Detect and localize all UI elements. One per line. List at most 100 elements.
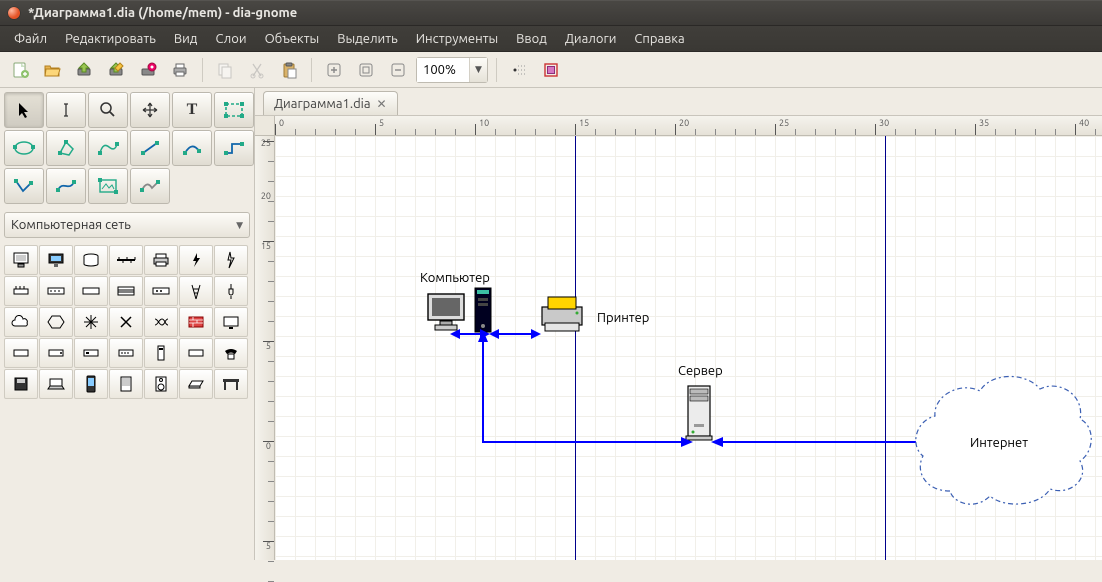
paste-button[interactable]: [275, 56, 303, 84]
shape-printer[interactable]: [537, 293, 587, 335]
stencil-desk[interactable]: [214, 369, 248, 399]
stencil-cloud[interactable]: [4, 307, 38, 337]
stencil-modem[interactable]: [144, 276, 178, 306]
vertical-ruler[interactable]: 25 20 15 5 0 5: [255, 136, 275, 560]
stencil-storage[interactable]: [74, 245, 108, 275]
stencil-router[interactable]: [74, 307, 108, 337]
zoom-combo[interactable]: ▼: [416, 57, 488, 83]
drawing-canvas[interactable]: Компьютер: [275, 136, 1102, 560]
tab-close-icon[interactable]: ✕: [377, 97, 387, 111]
menu-objects[interactable]: Объекты: [257, 29, 328, 49]
tool-scroll[interactable]: [130, 92, 170, 128]
tool-polyline[interactable]: [4, 168, 44, 204]
stencil-monitor[interactable]: [39, 245, 73, 275]
zoom-fit-button[interactable]: [352, 56, 380, 84]
stencil-hexagon[interactable]: [39, 307, 73, 337]
stencil-phone[interactable]: [214, 338, 248, 368]
ruler-h-label: 10: [479, 118, 489, 128]
stencil-lightning[interactable]: [214, 245, 248, 275]
stencil-speaker[interactable]: [144, 369, 178, 399]
save-button[interactable]: [70, 56, 98, 84]
tool-ellipse[interactable]: [4, 130, 44, 166]
copy-button[interactable]: [211, 56, 239, 84]
menu-file[interactable]: Файл: [6, 29, 55, 49]
label-internet[interactable]: Интернет: [970, 436, 1028, 450]
zoom-input[interactable]: [417, 58, 469, 82]
tool-pointer[interactable]: [4, 92, 44, 128]
window-close-button[interactable]: [8, 7, 20, 19]
tool-image[interactable]: [88, 168, 128, 204]
save-as-button[interactable]: [102, 56, 130, 84]
label-computer[interactable]: Компьютер: [420, 271, 490, 285]
stencil-patch[interactable]: [144, 307, 178, 337]
zoom-in-button[interactable]: [320, 56, 348, 84]
export-button[interactable]: [134, 56, 162, 84]
menu-help[interactable]: Справка: [626, 29, 692, 49]
connector-zigzag[interactable]: [475, 332, 695, 452]
tool-zigzag[interactable]: [214, 130, 254, 166]
tool-arc[interactable]: [172, 130, 212, 166]
print-button[interactable]: [166, 56, 194, 84]
stencil-pda[interactable]: [109, 369, 143, 399]
tool-text[interactable]: T: [172, 92, 212, 128]
new-file-button[interactable]: [6, 56, 34, 84]
stencil-flash[interactable]: [179, 245, 213, 275]
ruler-v-label: 5: [266, 541, 271, 551]
tool-bezier[interactable]: [46, 168, 86, 204]
stencil-computer[interactable]: [4, 245, 38, 275]
horizontal-ruler[interactable]: 0 5 10 15 20 25 30 35 40: [275, 116, 1102, 136]
tool-beziergon[interactable]: [88, 130, 128, 166]
zoom-out-button[interactable]: [384, 56, 412, 84]
stencil-printer[interactable]: [144, 245, 178, 275]
zoom-dropdown-button[interactable]: ▼: [469, 58, 487, 82]
menu-view[interactable]: Вид: [166, 29, 206, 49]
ruler-v-label: 15: [261, 241, 271, 251]
stencil-tower[interactable]: [144, 338, 178, 368]
stencil-ethernet[interactable]: [109, 245, 143, 275]
cut-button[interactable]: [243, 56, 271, 84]
menu-tools[interactable]: Инструменты: [408, 29, 506, 49]
snap-grid-button[interactable]: [505, 56, 533, 84]
stencil-mobile[interactable]: [74, 369, 108, 399]
shape-sheet-selector[interactable]: Компьютерная сеть ▼: [4, 212, 250, 238]
chevron-down-icon: ▼: [236, 220, 243, 231]
menu-select[interactable]: Выделить: [329, 29, 406, 49]
tool-text-cursor[interactable]: [46, 92, 86, 128]
tool-box[interactable]: [214, 92, 254, 128]
tool-polygon[interactable]: [46, 130, 86, 166]
stencil-switch[interactable]: [39, 276, 73, 306]
ruler-h-label: 25: [779, 118, 789, 128]
menu-input[interactable]: Ввод: [508, 29, 555, 49]
tool-zoom[interactable]: [88, 92, 128, 128]
document-tab[interactable]: Диаграмма1.dia ✕: [263, 91, 398, 115]
stencil-box2[interactable]: [39, 338, 73, 368]
ruler-h-label: 20: [679, 118, 689, 128]
menu-layers[interactable]: Слои: [207, 29, 254, 49]
tool-line[interactable]: [130, 130, 170, 166]
stencil-antenna[interactable]: [179, 276, 213, 306]
stencil-disk[interactable]: [4, 369, 38, 399]
open-file-button[interactable]: [38, 56, 66, 84]
stencil-box5[interactable]: [179, 338, 213, 368]
stencil-rack[interactable]: [109, 276, 143, 306]
label-printer[interactable]: Принтер: [597, 311, 649, 325]
menu-edit[interactable]: Редактировать: [57, 29, 164, 49]
stencil-box1[interactable]: [4, 338, 38, 368]
stencil-firewall[interactable]: [179, 307, 213, 337]
ruler-h-label: 40: [1079, 118, 1089, 128]
menu-dialogs[interactable]: Диалоги: [557, 29, 625, 49]
stencil-cross[interactable]: [109, 307, 143, 337]
stencil-plug[interactable]: [214, 276, 248, 306]
stencil-hub[interactable]: [74, 276, 108, 306]
tool-outline[interactable]: [130, 168, 170, 204]
stencil-laptop[interactable]: [39, 369, 73, 399]
stencil-box3[interactable]: [74, 338, 108, 368]
canvas-area: Диаграмма1.dia ✕ 0 5 10 15 20 25 30 35 4…: [255, 88, 1102, 560]
window-title: *Диаграмма1.dia (/home/mem) - dia-gnome: [28, 6, 297, 20]
snap-object-button[interactable]: [537, 56, 565, 84]
stencil-box4[interactable]: [109, 338, 143, 368]
stencil-display[interactable]: [214, 307, 248, 337]
stencil-node[interactable]: [4, 276, 38, 306]
stencil-scanner[interactable]: [179, 369, 213, 399]
connector-arrow[interactable]: [711, 434, 931, 450]
